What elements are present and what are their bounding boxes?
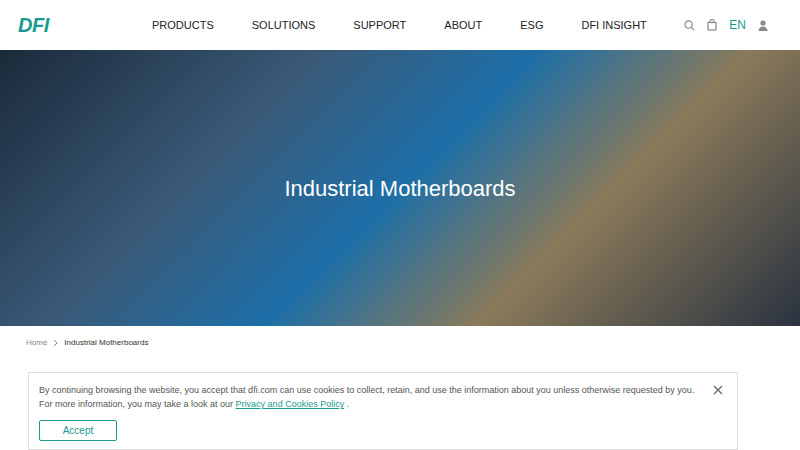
cookie-text: By continuing browsing the website, you … [39, 383, 697, 397]
cookie-end: . [347, 399, 350, 409]
nav-item[interactable]: ESG [520, 17, 543, 34]
hero-banner: Industrial Motherboards [0, 50, 800, 326]
cookie-more-text: For more information, you may take a loo… [39, 399, 233, 409]
site-header: DFI PRODUCTS SOLUTIONS SUPPORT ABOUT ESG DFI … [0, 0, 800, 50]
nav-item[interactable]: SUPPORT [353, 17, 406, 34]
dfi-logo[interactable]: DFI [18, 10, 138, 40]
breadcrumb-item: Industrial Motherboards [64, 337, 148, 349]
breadcrumb-item[interactable]: Home [26, 337, 47, 349]
close-icon[interactable] [713, 385, 723, 395]
breadcrumb: Home Industrial Motherboards [0, 326, 800, 349]
accept-button[interactable]: Accept [39, 420, 117, 441]
header-tools: EN [684, 16, 782, 34]
privacy-link[interactable]: Privacy and Cookies Policy [236, 399, 345, 409]
cart-icon[interactable] [707, 19, 717, 31]
hero-title: Industrial Motherboards [284, 172, 515, 205]
nav-item[interactable]: DFI INSIGHT [581, 17, 646, 34]
user-icon[interactable] [758, 20, 768, 31]
nav-item[interactable]: SOLUTIONS [252, 17, 316, 34]
nav-item[interactable]: PRODUCTS [152, 17, 214, 34]
search-icon[interactable] [684, 20, 695, 31]
main-nav: PRODUCTS SOLUTIONS SUPPORT ABOUT ESG DFI INSI… [152, 17, 647, 34]
nav-item[interactable]: ABOUT [444, 17, 482, 34]
cookie-banner: By continuing browsing the website, you … [28, 372, 738, 450]
language-switch[interactable]: EN [729, 16, 746, 34]
cookie-more: For more information, you may take a loo… [39, 397, 697, 411]
chevron-icon [53, 339, 58, 347]
